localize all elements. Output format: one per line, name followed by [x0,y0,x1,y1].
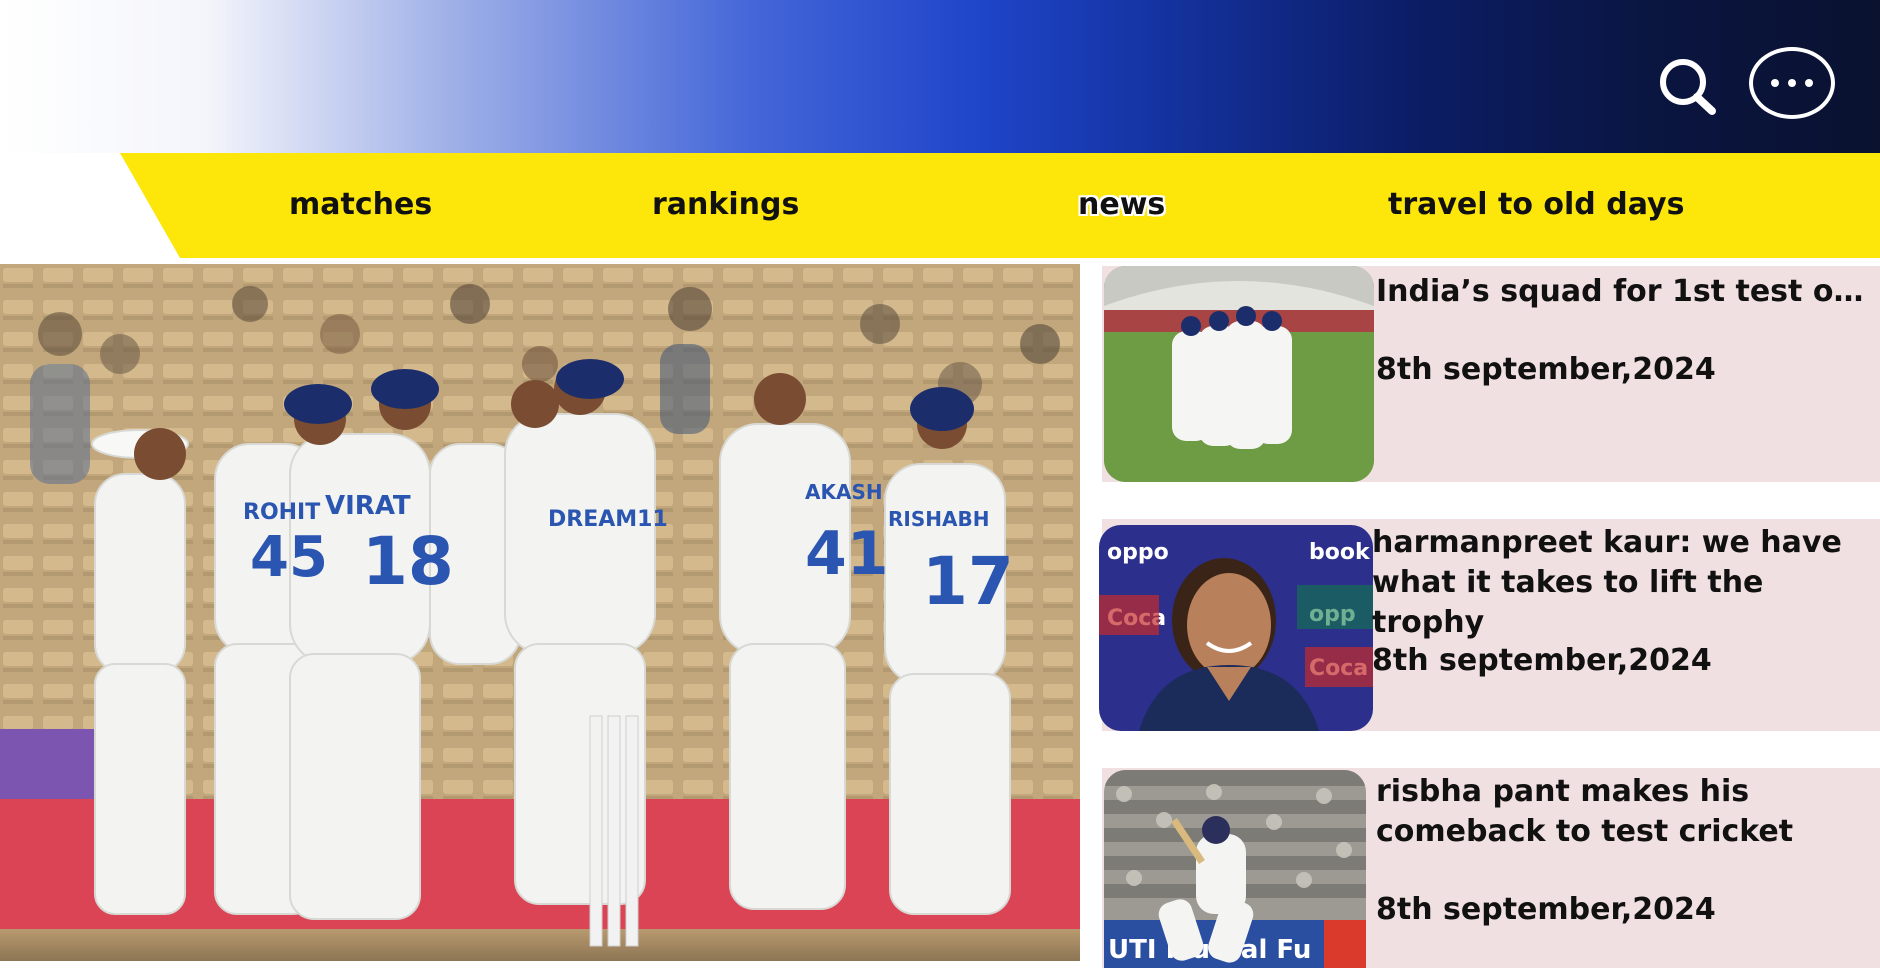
main-navigation: matches rankings news travel to old days [0,153,1880,258]
nav-news[interactable]: news [1078,183,1165,227]
news-title[interactable]: India’s squad for 1st test of … [1376,272,1876,312]
jersey-number-41: 41 [805,519,889,589]
news-card[interactable]: India’s squad for 1st test of … 8th sept… [1102,266,1880,482]
nav-matches[interactable]: matches [289,183,432,227]
news-thumbnail-team-huddle[interactable] [1104,266,1374,482]
news-thumbnail-batting[interactable]: UTI Mutual Fu [1104,770,1366,968]
svg-text:oppo: oppo [1107,540,1169,565]
more-options-icon[interactable] [1749,47,1835,119]
jersey-sponsor: DREAM11 [548,507,668,532]
nav-rankings[interactable]: rankings [652,183,799,227]
news-title[interactable]: harmanpreet kaur: we have what it takes … [1372,523,1872,643]
news-date: 8th september,2024 [1376,892,1716,927]
hero-image[interactable]: ROHIT 45 VIRAT 18 DREAM11 AKASH 41 RISHA… [0,264,1080,961]
news-card[interactable]: UTI Mutual Fu risbha pant makes his come… [1102,768,1880,968]
jersey-name-akash: AKASH [805,480,883,504]
news-card[interactable]: oppo Coca book opp Coca harmanpreet kaur… [1099,519,1880,731]
jersey-number-17: 17 [922,543,1014,620]
news-date: 8th september,2024 [1372,643,1712,678]
jersey-number-45: 45 [250,525,328,590]
jersey-name-virat: VIRAT [325,491,411,521]
search-icon[interactable] [1656,55,1718,117]
jersey-number-18: 18 [362,523,454,600]
news-date: 8th september,2024 [1376,352,1716,387]
jersey-name-rishabh: RISHABH [888,507,989,531]
news-title[interactable]: risbha pant makes his comeback to test c… [1376,772,1876,852]
nav-travel-to-old-days[interactable]: travel to old days [1388,183,1684,227]
news-thumbnail-press-conference[interactable]: oppo Coca book opp Coca [1099,525,1373,731]
jersey-name-rohit: ROHIT [243,500,320,525]
top-header [0,0,1880,153]
svg-text:book: book [1309,540,1371,565]
